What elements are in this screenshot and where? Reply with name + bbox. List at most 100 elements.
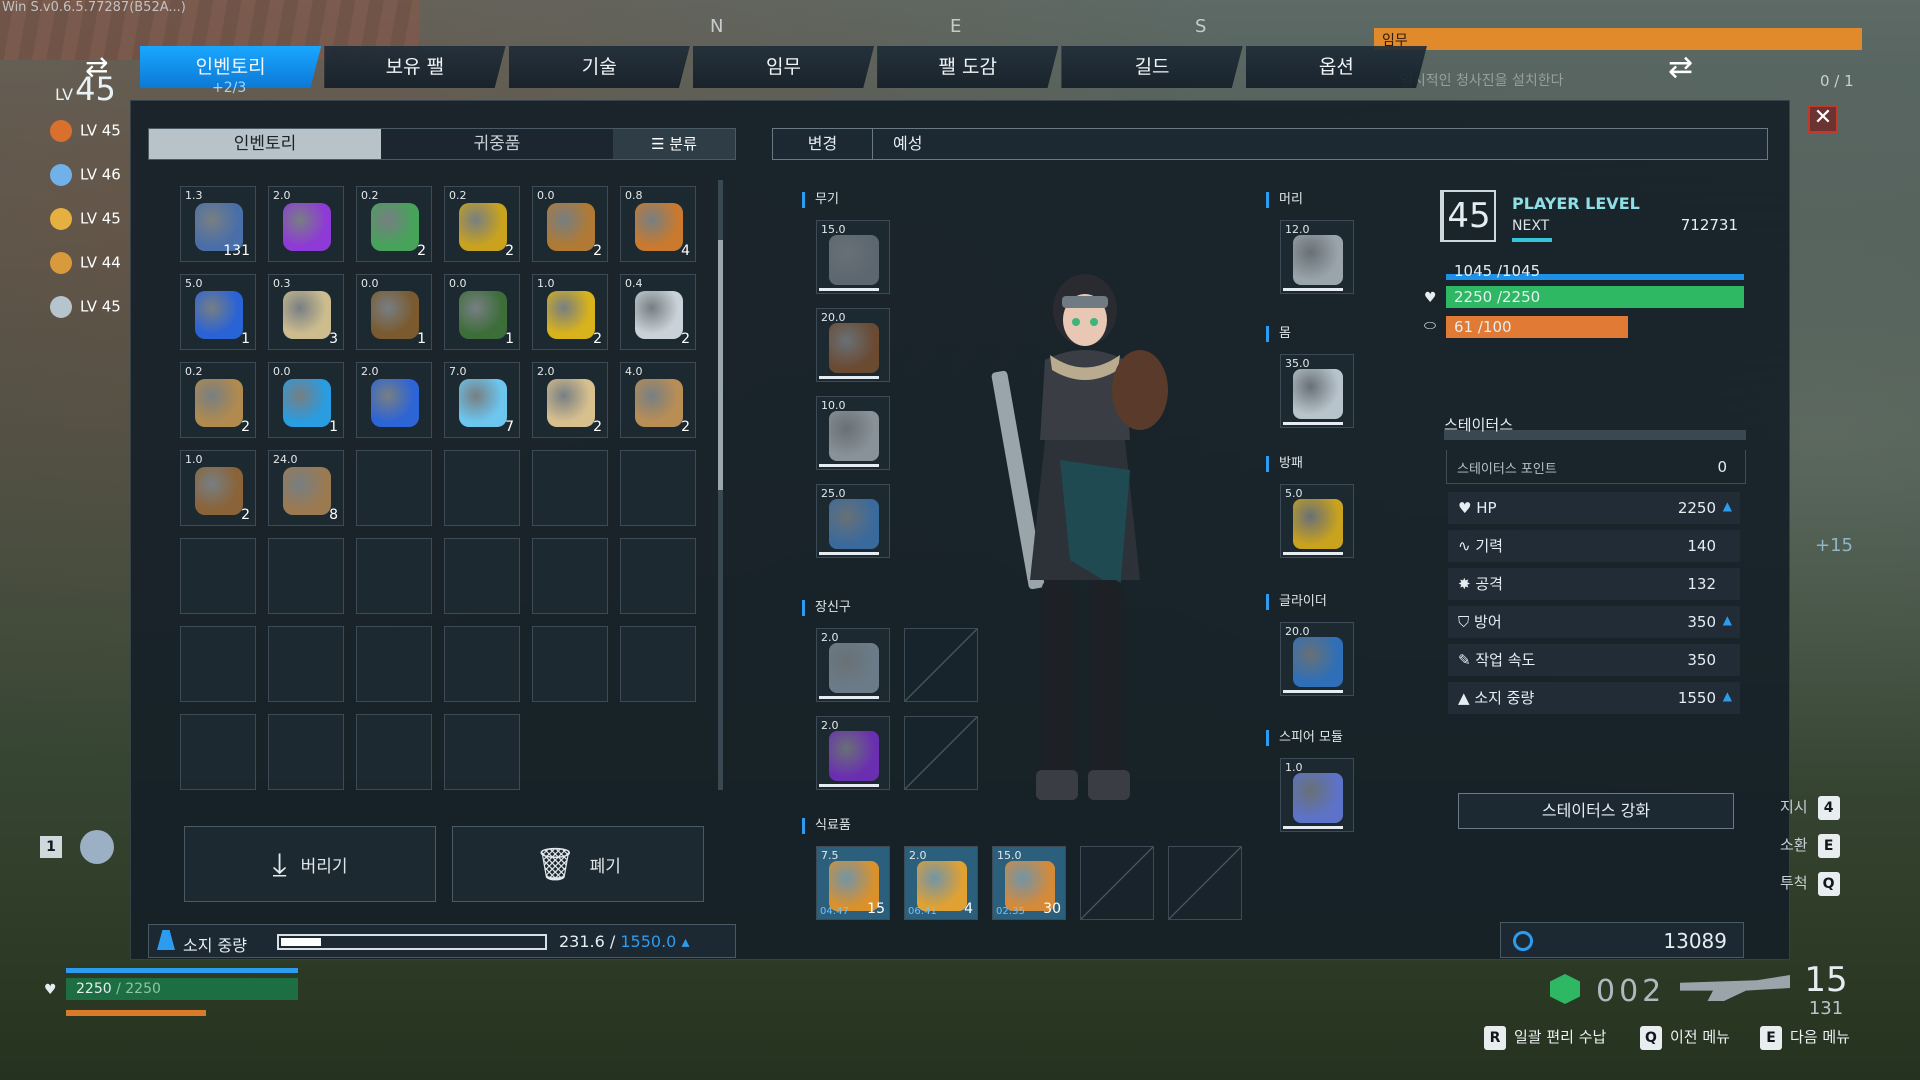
inventory-slot-empty[interactable] (620, 626, 696, 702)
weight-progress-fill (281, 938, 321, 946)
accessory-slot-4[interactable] (904, 716, 978, 790)
discard-label: 폐기 (589, 856, 621, 877)
inventory-slot-empty[interactable] (532, 450, 608, 526)
inventory-slot-empty[interactable] (356, 626, 432, 702)
close-button[interactable]: ✕ (1808, 105, 1838, 133)
slot-key: 1 (40, 836, 62, 858)
party-pal-4[interactable]: LV 44 (50, 252, 140, 274)
side-key-2[interactable]: 소환 E (1780, 834, 1848, 858)
inventory-slot-empty[interactable] (444, 626, 520, 702)
inventory-slot-empty[interactable] (620, 538, 696, 614)
swap-right-icon[interactable]: ⇄ (1668, 50, 1693, 85)
stat-row-2: ∿ 기력 140 (1448, 530, 1740, 562)
inventory-slot-empty[interactable] (180, 538, 256, 614)
tab-guild[interactable]: 길드 (1061, 46, 1243, 88)
inventory-slot[interactable]: 5.0 1 (180, 274, 256, 350)
inventory-slot-empty[interactable] (180, 626, 256, 702)
inventory-slot-empty[interactable] (444, 450, 520, 526)
inventory-slot[interactable]: 0.0 1 (444, 274, 520, 350)
inventory-slot[interactable]: 0.0 1 (356, 274, 432, 350)
status-points-value: 0 (1717, 458, 1727, 476)
equip-change-tab[interactable]: 변경 (773, 129, 873, 159)
food-slot-2[interactable]: 2.0 06:41 4 (904, 846, 978, 920)
player-level-hud: LV45 (55, 70, 116, 108)
weapon-slot-4[interactable]: 25.0 (816, 484, 890, 558)
party-pal-3[interactable]: LV 45 (50, 208, 140, 230)
sort-button[interactable]: ☰ 분류 (613, 129, 735, 159)
inventory-slot[interactable]: 1.0 2 (180, 450, 256, 526)
accessory-slot-1[interactable]: 2.0 (816, 628, 890, 702)
tab-options[interactable]: 옵션 (1245, 46, 1427, 88)
tab-pals[interactable]: 보유 팰 (324, 46, 506, 88)
inventory-slot-empty[interactable] (444, 714, 520, 790)
inventory-slot[interactable]: 0.4 2 (620, 274, 696, 350)
subtab-inventory[interactable]: 인벤토리 (149, 129, 381, 159)
tab-missions[interactable]: 임무 (692, 46, 875, 88)
tab-paldeck[interactable]: 팰 도감 (877, 46, 1059, 88)
equip-preset-tab[interactable]: 예성 (873, 129, 942, 159)
inventory-slot[interactable]: 0.2 2 (444, 186, 520, 262)
hint-next-menu[interactable]: E 다음 메뉴 (1760, 1026, 1850, 1050)
inventory-slot-empty[interactable] (356, 450, 432, 526)
sphere-module-slot[interactable]: 1.0 (1280, 758, 1354, 832)
side-key-1[interactable]: 지시 4 (1780, 796, 1848, 820)
inventory-slot-empty[interactable] (532, 538, 608, 614)
party-pal-2[interactable]: LV 46 (50, 164, 140, 186)
inventory-slot[interactable]: 2.0 (268, 186, 344, 262)
discard-button[interactable]: 🗑 폐기 (452, 826, 704, 902)
pal-icon (50, 164, 72, 186)
head-slot[interactable]: 12.0 (1280, 220, 1354, 294)
inventory-slot[interactable]: 4.0 2 (620, 362, 696, 438)
inventory-slot[interactable]: 0.2 2 (180, 362, 256, 438)
weapon-slot-3[interactable]: 10.0 (816, 396, 890, 470)
accessory-slot-2[interactable] (904, 628, 978, 702)
party-pal-5[interactable]: LV 45 (50, 296, 140, 318)
tab-technology[interactable]: 기술 (508, 46, 690, 88)
inventory-slot-empty[interactable] (444, 538, 520, 614)
shield-slot[interactable]: 5.0 (1280, 484, 1354, 558)
inventory-slot[interactable]: 2.0 (356, 362, 432, 438)
hint-quick-store[interactable]: R 일괄 편리 수납 (1484, 1026, 1606, 1050)
status-upgrade-button[interactable]: 스테이터스 강화 (1458, 793, 1734, 829)
drop-button[interactable]: ⤓ 버리기 (184, 826, 436, 902)
inventory-slot[interactable]: 0.8 4 (620, 186, 696, 262)
weapon-slot-1[interactable]: 15.0 (816, 220, 890, 294)
party-pal-1[interactable]: LV 45 (50, 120, 140, 142)
inventory-slot[interactable]: 0.0 1 (268, 362, 344, 438)
hint-key-q: Q (1640, 1026, 1662, 1050)
accessory-slot-3[interactable]: 2.0 (816, 716, 890, 790)
inventory-slot-empty[interactable] (268, 626, 344, 702)
inventory-slot-empty[interactable] (180, 714, 256, 790)
weapon-slot-2[interactable]: 20.0 (816, 308, 890, 382)
inventory-slot[interactable]: 24.0 8 (268, 450, 344, 526)
food-slot-1[interactable]: 7.5 04:47 15 (816, 846, 890, 920)
inventory-slot-empty[interactable] (356, 714, 432, 790)
stamina-bar: 61 /100 (1446, 316, 1744, 338)
inventory-slot-empty[interactable] (532, 626, 608, 702)
pal-icon (50, 296, 72, 318)
pal-level: LV 45 (80, 121, 121, 140)
inventory-slot[interactable]: 1.0 2 (532, 274, 608, 350)
next-exp-value: 712731 (1680, 216, 1738, 234)
inventory-slot-empty[interactable] (356, 538, 432, 614)
glider-slot[interactable]: 20.0 (1280, 622, 1354, 696)
inventory-slot[interactable]: 0.2 2 (356, 186, 432, 262)
inventory-scrollbar[interactable] (718, 180, 723, 790)
inventory-slot-empty[interactable] (620, 450, 696, 526)
subtab-valuables[interactable]: 귀중품 (381, 129, 613, 159)
inventory-slot[interactable]: 2.0 2 (532, 362, 608, 438)
weapon-1-item-icon (829, 235, 879, 285)
inventory-slot[interactable]: 0.0 2 (532, 186, 608, 262)
inventory-slot[interactable]: 0.3 3 (268, 274, 344, 350)
item-weight: 0.0 (537, 189, 555, 202)
scrollbar-thumb[interactable] (718, 240, 723, 490)
item-quantity: 1 (241, 331, 250, 347)
inventory-slot-empty[interactable] (268, 538, 344, 614)
inventory-slot[interactable]: 7.0 7 (444, 362, 520, 438)
hint-prev-menu[interactable]: Q 이전 메뉴 (1640, 1026, 1730, 1050)
stat-label: 방어 (1474, 613, 1502, 631)
body-slot[interactable]: 35.0 (1280, 354, 1354, 428)
inventory-slot[interactable]: 1.3 131 (180, 186, 256, 262)
side-key-3[interactable]: 투척 Q (1780, 872, 1848, 896)
inventory-slot-empty[interactable] (268, 714, 344, 790)
